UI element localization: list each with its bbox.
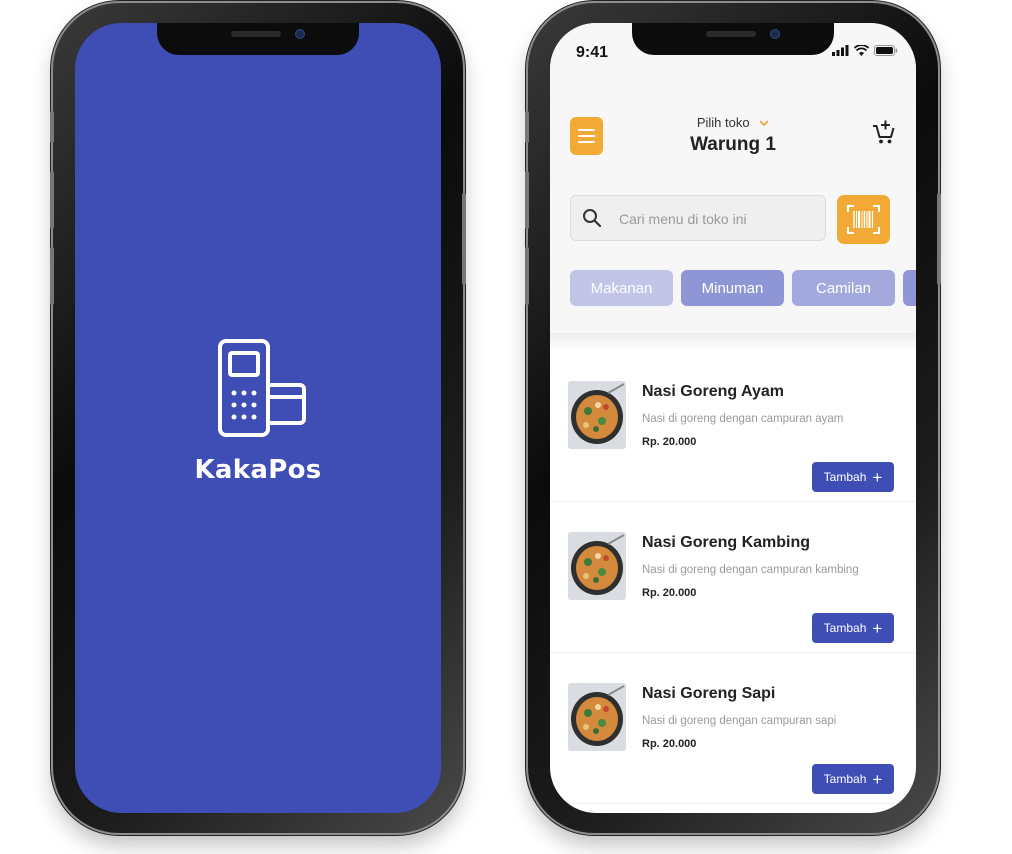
item-description: Nasi di goreng dengan campuran sapi [642,715,837,727]
add-button[interactable]: Tambah + [812,462,894,492]
volume-up-button [50,171,54,229]
add-button[interactable]: Tambah + [812,764,894,794]
plus-icon: + [872,467,883,487]
phone-app: 9:41 Pilih toko Warung 1 Cari menu di to… [525,3,941,833]
power-button [937,193,941,285]
plus-icon: + [872,618,883,638]
item-name: Nasi Goreng Ayam [642,383,784,400]
cart-add-icon [873,120,895,144]
splash-screen: KakaPos [75,23,441,813]
add-button[interactable]: Tambah + [812,613,894,643]
mute-switch [525,111,529,143]
search-box [570,195,826,241]
menu-item: Nasi Goreng Sapi Nasi di goreng dengan c… [550,653,916,804]
scan-button[interactable] [837,195,890,244]
app-header-area: 9:41 Pilih toko Warung 1 Cari menu di to… [550,23,916,333]
section-divider [550,333,916,351]
store-select-label: Pilih toko [696,115,750,130]
volume-up-button [525,171,529,229]
barcode-scan-icon [847,205,880,234]
item-price: Rp. 20.000 [642,587,697,599]
item-name: Nasi Goreng Kambing [642,534,811,551]
signal-icon [832,45,849,56]
add-button-label: Tambah [823,772,867,786]
food-image [568,381,626,449]
item-description: Nasi di goreng dengan campuran ayam [642,413,844,425]
menu-list: Nasi Goreng Ayam Nasi di goreng dengan c… [550,351,916,804]
store-selector[interactable]: Pilih toko Warung 1 [550,115,916,156]
power-button [462,193,466,285]
add-button-label: Tambah [823,470,867,484]
chevron-down-icon [759,120,769,127]
menu-item: Nasi Goreng Kambing Nasi di goreng denga… [550,502,916,653]
status-time: 9:41 [576,44,609,61]
card-terminal-icon [218,339,306,437]
category-tabs: Makanan Minuman Camilan [570,270,916,306]
food-image [568,683,626,751]
category-makanan[interactable]: Makanan [570,270,673,306]
item-description: Nasi di goreng dengan campuran kambing [642,564,859,576]
plus-icon: + [872,769,883,789]
volume-down-button [50,247,54,305]
cart-button[interactable] [872,119,896,149]
brand-name: KakaPos [194,455,322,485]
food-image [568,532,626,600]
wifi-icon [854,45,869,56]
phone-splash: KakaPos [50,3,466,833]
item-price: Rp. 20.000 [642,436,697,448]
splash-logo: KakaPos [75,335,441,485]
item-price: Rp. 20.000 [642,738,697,750]
category-camilan[interactable]: Camilan [792,270,895,306]
add-button-label: Tambah [823,621,867,635]
battery-icon [874,45,898,56]
category-more[interactable] [903,270,916,306]
category-minuman[interactable]: Minuman [681,270,784,306]
search-icon [583,209,602,228]
item-name: Nasi Goreng Sapi [642,685,776,702]
volume-down-button [525,247,529,305]
menu-screen: 9:41 Pilih toko Warung 1 Cari menu di to… [550,23,916,813]
notch [632,23,834,55]
mute-switch [50,111,54,143]
status-icons [832,45,898,56]
store-name: Warung 1 [690,134,776,155]
notch [157,23,359,55]
search-input[interactable] [617,206,821,232]
menu-item: Nasi Goreng Ayam Nasi di goreng dengan c… [550,351,916,502]
